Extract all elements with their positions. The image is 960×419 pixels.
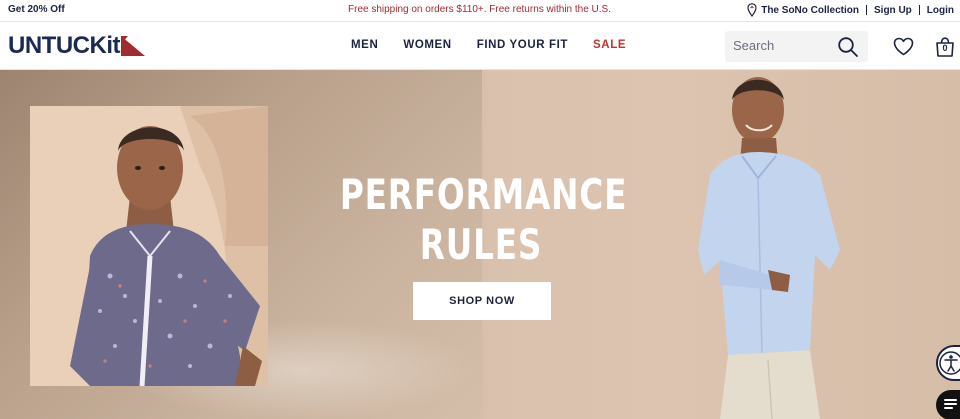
headline-line-2: RULES — [419, 220, 543, 269]
accessibility-icon — [939, 351, 960, 375]
site-header: UNTUCKit MEN WOMEN FIND YOUR FIT SALE 0 — [0, 21, 960, 70]
chat-button[interactable] — [936, 390, 960, 419]
headline-line-1: PERFORMANCE — [339, 170, 628, 219]
chat-icon — [944, 399, 957, 409]
nav-find-your-fit[interactable]: FIND YOUR FIT — [477, 39, 568, 51]
search-box — [725, 31, 868, 62]
login-link[interactable]: Login — [927, 5, 954, 16]
cart-count: 0 — [942, 43, 948, 53]
accessibility-button[interactable] — [936, 345, 960, 381]
logo-flag-icon — [120, 36, 145, 56]
search-icon[interactable] — [837, 36, 859, 58]
brand-logo[interactable]: UNTUCKit — [8, 32, 145, 60]
model-oxford-shirt-photo — [698, 77, 840, 419]
search-input[interactable] — [733, 38, 833, 53]
hero-headline: PERFORMANCE RULES — [339, 170, 628, 270]
hero-banner[interactable]: PERFORMANCE RULES SHOP NOW — [0, 70, 960, 419]
divider — [918, 5, 920, 15]
store-link-label: The SoNo Collection — [761, 4, 859, 16]
utility-links: The SoNo Collection Sign Up Login — [747, 0, 954, 20]
divider — [866, 5, 867, 15]
store-link[interactable]: The SoNo Collection — [747, 3, 859, 17]
shipping-message: Free shipping on orders $110+. Free retu… — [348, 4, 612, 15]
heart-icon[interactable] — [893, 37, 914, 56]
promo-bar: Get 20% Off Free shipping on orders $110… — [0, 0, 960, 20]
logo-wordmark: UNTUCKit — [8, 32, 120, 59]
discount-link[interactable]: Get 20% Off — [8, 4, 65, 15]
main-nav: MEN WOMEN FIND YOUR FIT SALE — [351, 39, 626, 51]
shop-now-button[interactable]: SHOP NOW — [413, 282, 551, 320]
nav-men[interactable]: MEN — [351, 39, 378, 51]
nav-sale[interactable]: SALE — [593, 39, 626, 51]
nav-women[interactable]: WOMEN — [403, 39, 451, 51]
map-pin-icon — [747, 3, 757, 17]
model-floral-shirt-photo — [30, 106, 268, 386]
signup-link[interactable]: Sign Up — [874, 5, 912, 16]
